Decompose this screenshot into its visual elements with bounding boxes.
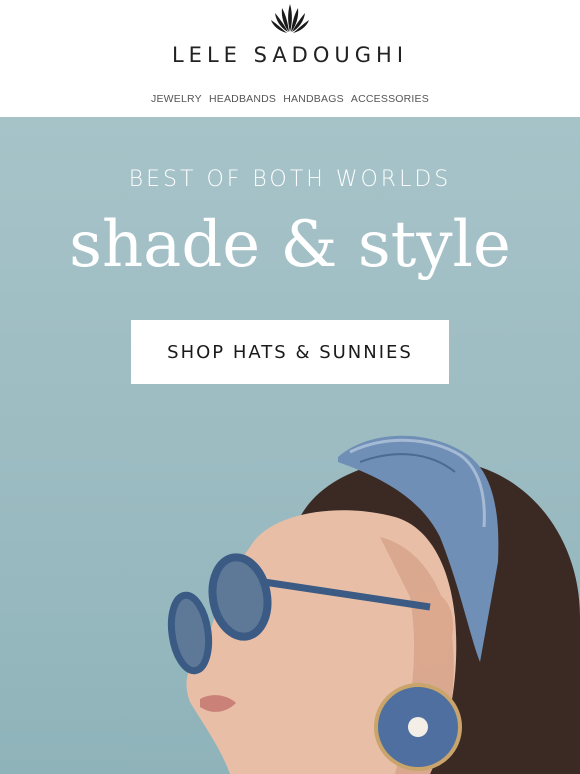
shell-fan-icon[interactable] xyxy=(270,2,310,34)
shop-hats-sunnies-button[interactable]: SHOP HATS & SUNNIES xyxy=(131,320,449,384)
top-nav: JEWELRY HEADBANDS HANDBAGS ACCESSORIES xyxy=(0,93,580,105)
nav-item-handbags[interactable]: HANDBAGS xyxy=(283,93,344,105)
email-page: LELE SADOUGHI JEWELRY HEADBANDS HANDBAGS… xyxy=(0,0,580,774)
hero-banner[interactable]: BEST OF BOTH WORLDS shade & style SHOP H… xyxy=(0,117,580,774)
nav-item-accessories[interactable]: ACCESSORIES xyxy=(351,93,429,105)
nav-item-jewelry[interactable]: JEWELRY xyxy=(151,93,202,105)
brand-name[interactable]: LELE SADOUGHI xyxy=(0,43,580,67)
header: LELE SADOUGHI JEWELRY HEADBANDS HANDBAGS… xyxy=(0,0,580,117)
nav-item-headbands[interactable]: HEADBANDS xyxy=(209,93,276,105)
hero-headline: shade & style xyxy=(69,208,511,282)
hero-eyebrow: BEST OF BOTH WORLDS xyxy=(128,167,452,192)
